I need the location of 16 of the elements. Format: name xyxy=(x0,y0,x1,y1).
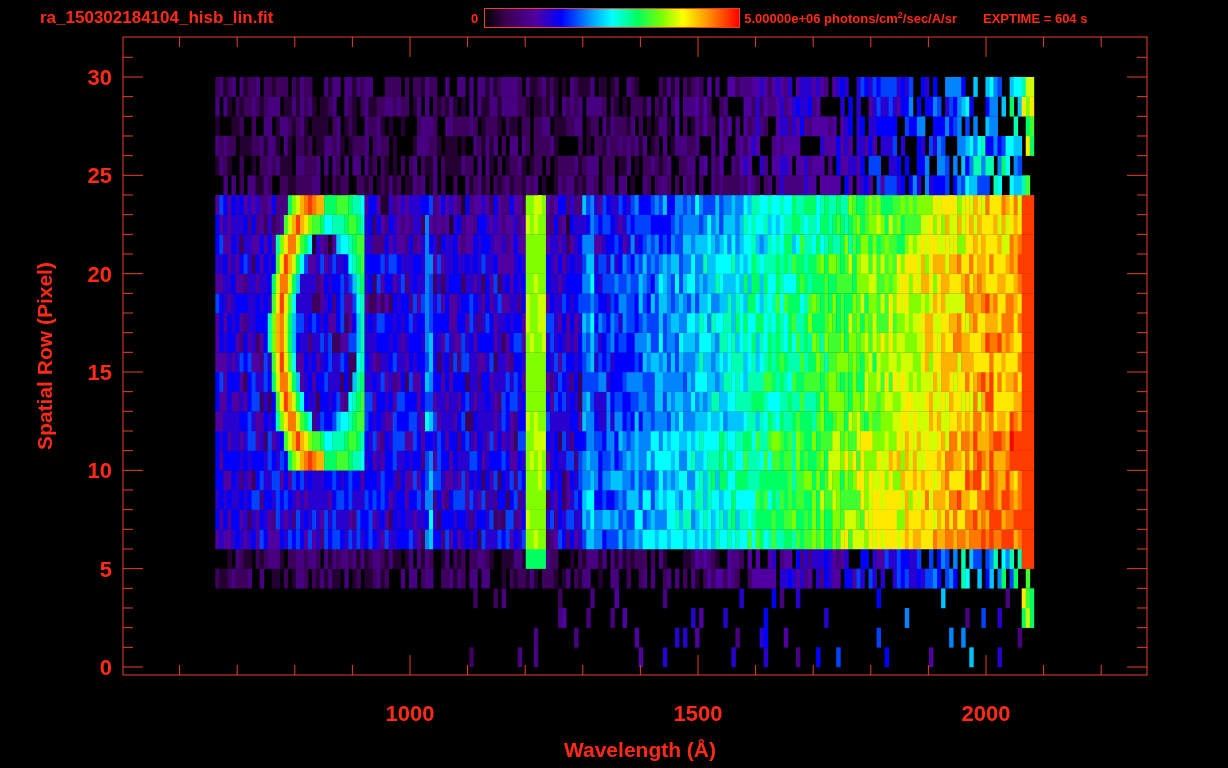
colorbar-min-label: 0 xyxy=(471,10,479,26)
colorbar-max-label: 5.00000e+06 photons/cm$^{2}$/sec/A/sr xyxy=(744,9,957,27)
axis-tick-label: 5 xyxy=(99,556,112,582)
x-axis-title: Wavelength (Å) xyxy=(563,738,717,761)
axis-tick-label: 15 xyxy=(87,360,112,385)
axis-tick-label: 25 xyxy=(87,163,112,189)
axis-tick-label: 30 xyxy=(87,65,112,90)
axis-tick-label: 0 xyxy=(99,655,112,680)
axis-tick-label: 20 xyxy=(87,261,112,287)
axis-tick-label: 10 xyxy=(87,458,112,484)
axis-tick-label: 2000 xyxy=(961,701,1011,726)
axis-tick-label: 1000 xyxy=(385,701,435,726)
y-axis-title: Spatial Row (Pixel) xyxy=(33,262,56,450)
file-name: ra_150302184104_hisb_lin.fit xyxy=(40,8,275,28)
axis-tick-label: 1500 xyxy=(673,701,723,726)
exposure-time: EXPTIME = 604 s xyxy=(983,10,1088,26)
